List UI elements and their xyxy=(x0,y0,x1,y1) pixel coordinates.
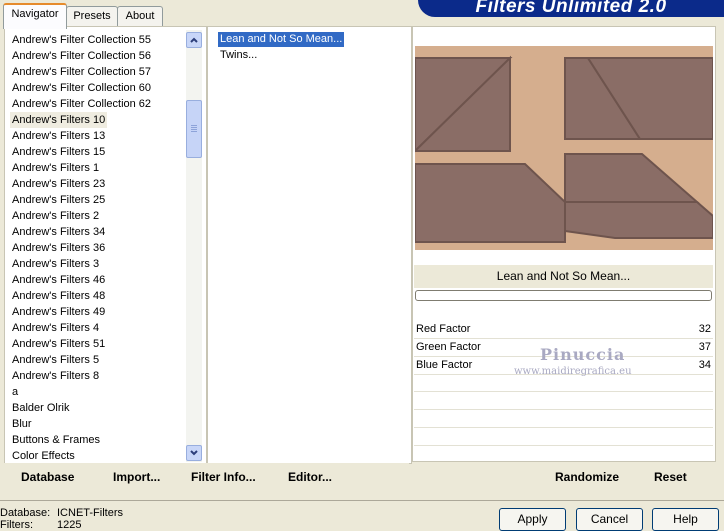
status-filters-label: Filters: xyxy=(0,519,33,531)
scroll-thumb[interactable] xyxy=(186,100,202,158)
category-item[interactable]: Andrew's Filter Collection 55 xyxy=(10,32,153,48)
apply-button[interactable]: Apply xyxy=(499,508,566,531)
category-item[interactable]: Buttons & Frames xyxy=(10,432,102,448)
empty-param-row xyxy=(414,392,713,410)
preview-image xyxy=(415,46,713,250)
param-row[interactable]: Red Factor 32 xyxy=(414,320,713,339)
tab-presets[interactable]: Presets xyxy=(66,6,118,27)
filter-list-panel xyxy=(207,26,412,464)
reset-link[interactable]: Reset xyxy=(654,470,687,484)
filter-item[interactable]: Lean and Not So Mean... xyxy=(218,32,345,47)
param-label: Blue Factor xyxy=(416,359,473,371)
category-item[interactable]: Andrew's Filters 48 xyxy=(10,288,107,304)
category-item[interactable]: Andrew's Filter Collection 62 xyxy=(10,96,153,112)
category-item[interactable]: Andrew's Filters 23 xyxy=(10,176,107,192)
param-value[interactable]: 34 xyxy=(699,356,711,374)
category-item[interactable]: Andrew's Filters 1 xyxy=(10,160,101,176)
preview-filter-name: Lean and Not So Mean... xyxy=(414,265,713,288)
category-item[interactable]: Andrew's Filters 13 xyxy=(10,128,107,144)
empty-param-row xyxy=(414,410,713,428)
filter-item[interactable]: Twins... xyxy=(218,48,259,63)
category-item[interactable]: Blur xyxy=(10,416,34,432)
scroll-down-button[interactable] xyxy=(186,445,202,461)
help-button[interactable]: Help xyxy=(652,508,719,531)
category-item[interactable]: Andrew's Filters 46 xyxy=(10,272,107,288)
category-scrollbar[interactable] xyxy=(186,30,202,462)
category-item[interactable]: Andrew's Filters 10 xyxy=(10,112,108,128)
category-item[interactable]: Andrew's Filters 34 xyxy=(10,224,107,240)
cancel-button[interactable]: Cancel xyxy=(576,508,643,531)
randomize-link[interactable]: Randomize xyxy=(555,470,619,484)
divider xyxy=(0,500,724,501)
category-item[interactable]: Andrew's Filters 51 xyxy=(10,336,107,352)
category-item[interactable]: Andrew's Filters 4 xyxy=(10,320,101,336)
watermark-name: Pinuccia xyxy=(540,345,626,364)
category-item[interactable]: Andrew's Filters 25 xyxy=(10,192,107,208)
editor-link[interactable]: Editor... xyxy=(288,470,332,484)
chevron-down-icon xyxy=(190,450,198,456)
status-database: Database: ICNET-Filters xyxy=(0,507,123,519)
category-item[interactable]: Andrew's Filter Collection 56 xyxy=(10,48,153,64)
param-label: Green Factor xyxy=(416,341,481,353)
category-item[interactable]: Andrew's Filters 3 xyxy=(10,256,101,272)
progress-bar xyxy=(415,290,712,301)
category-item[interactable]: Andrew's Filters 49 xyxy=(10,304,107,320)
category-item[interactable]: Andrew's Filter Collection 60 xyxy=(10,80,153,96)
app-banner: Filters Unlimited 2.0 xyxy=(418,0,724,17)
database-link[interactable]: Database xyxy=(21,470,74,484)
watermark-url: www.maidiregrafica.eu xyxy=(514,366,632,377)
filter-info-link[interactable]: Filter Info... xyxy=(191,470,256,484)
status-database-label: Database: xyxy=(0,507,51,519)
status-filters: Filters: 1225 xyxy=(0,519,81,531)
category-item[interactable]: Andrew's Filters 8 xyxy=(10,368,101,384)
chevron-up-icon xyxy=(190,37,198,43)
param-value[interactable]: 32 xyxy=(699,320,711,338)
empty-param-row xyxy=(414,446,713,464)
category-item[interactable]: Balder Olrik xyxy=(10,400,71,416)
category-item[interactable]: a xyxy=(10,384,20,400)
category-item[interactable]: Andrew's Filters 36 xyxy=(10,240,107,256)
status-filters-value: 1225 xyxy=(57,519,82,531)
category-item[interactable]: Color Effects xyxy=(10,448,77,464)
empty-param-row xyxy=(414,428,713,446)
category-item[interactable]: Andrew's Filter Collection 57 xyxy=(10,64,153,80)
tab-navigator[interactable]: Navigator xyxy=(3,3,67,29)
scroll-up-button[interactable] xyxy=(186,32,202,48)
param-value[interactable]: 37 xyxy=(699,338,711,356)
tab-about[interactable]: About xyxy=(117,6,163,27)
param-label: Red Factor xyxy=(416,323,471,335)
category-item[interactable]: Andrew's Filters 15 xyxy=(10,144,107,160)
status-database-value: ICNET-Filters xyxy=(57,507,123,519)
import-link[interactable]: Import... xyxy=(113,470,160,484)
category-item[interactable]: Andrew's Filters 2 xyxy=(10,208,101,224)
category-item[interactable]: Andrew's Filters 5 xyxy=(10,352,101,368)
